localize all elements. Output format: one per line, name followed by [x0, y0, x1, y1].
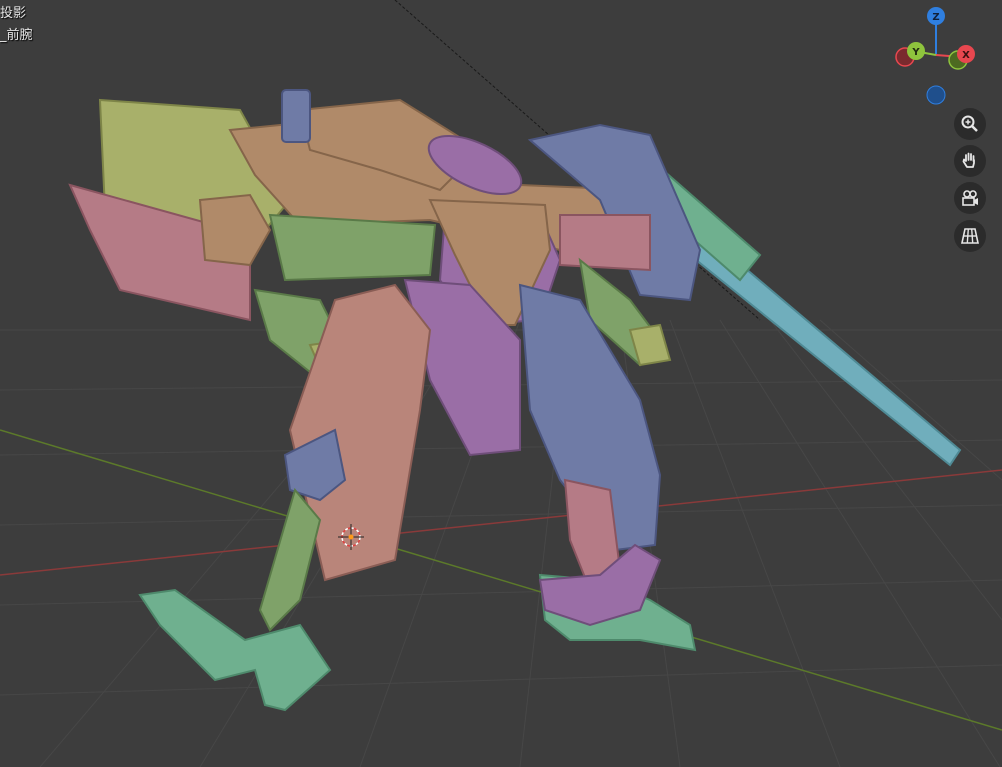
right-shoulder-pink[interactable] — [559, 214, 651, 272]
zoom-icon — [961, 115, 978, 132]
ortho-toggle-button[interactable] — [954, 220, 986, 252]
y-axis-line — [0, 429, 1002, 731]
zoom-button[interactable] — [954, 108, 986, 140]
antenna-block[interactable] — [281, 89, 311, 143]
gizmo-x-label: X — [962, 50, 970, 61]
gizmo-y-label: Y — [911, 47, 920, 58]
hand-icon — [962, 152, 975, 168]
3d-viewport[interactable]: Z Y X 投影 _前腕 — [0, 0, 1002, 767]
navigation-gizmo[interactable]: Z Y X — [895, 7, 975, 105]
view-mode-label: 投影 — [0, 6, 27, 21]
robot-model[interactable] — [68, 89, 962, 712]
gizmo-z-label: Z — [932, 12, 939, 23]
pan-button[interactable] — [954, 145, 986, 177]
active-object-label: _前腕 — [0, 28, 33, 43]
back-green-panel[interactable] — [268, 213, 437, 282]
left-foot[interactable] — [138, 588, 332, 712]
scene-canvas[interactable]: Z Y X — [0, 0, 1002, 767]
camera-icon — [962, 190, 978, 206]
camera-button[interactable] — [954, 182, 986, 214]
gizmo-neg-z[interactable] — [926, 85, 946, 105]
grid-icon — [961, 228, 979, 244]
